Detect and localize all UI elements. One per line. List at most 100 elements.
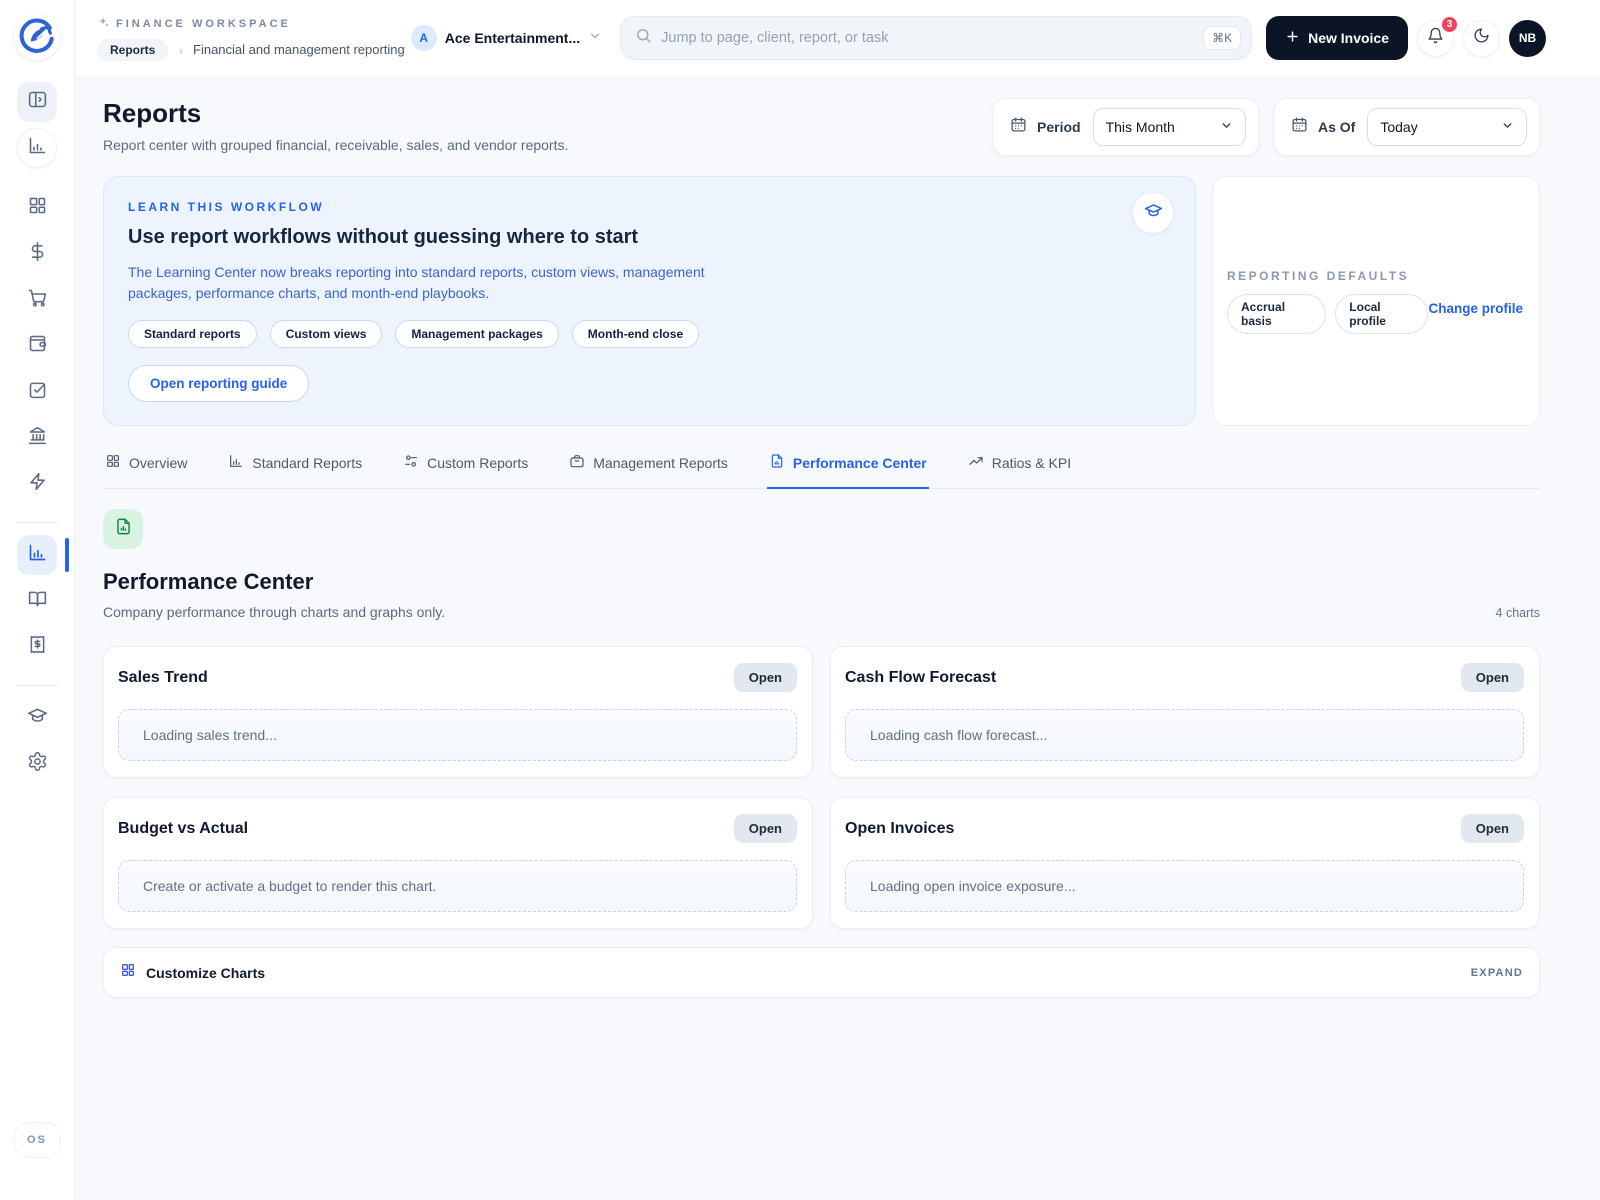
dark-mode-toggle[interactable] bbox=[1463, 20, 1500, 57]
breadcrumb-root[interactable]: Reports bbox=[97, 39, 168, 61]
as-of-select[interactable]: Today bbox=[1367, 108, 1527, 146]
tab-label: Ratios & KPI bbox=[992, 455, 1071, 471]
banner-chip-month-end-close[interactable]: Month-end close bbox=[572, 320, 699, 348]
sidebar-item-panel-toggle[interactable] bbox=[17, 82, 57, 122]
tab-overview[interactable]: Overview bbox=[103, 451, 189, 489]
open-open-invoices-button[interactable]: Open bbox=[1461, 814, 1524, 843]
chart-placeholder: Loading open invoice exposure... bbox=[845, 860, 1524, 912]
dollar-icon bbox=[27, 241, 48, 267]
tab-standard-reports[interactable]: Standard Reports bbox=[226, 451, 364, 489]
bank-icon bbox=[27, 425, 48, 451]
period-select[interactable]: This Month bbox=[1093, 108, 1246, 146]
sidebar-footer-os-button[interactable]: OS bbox=[14, 1122, 60, 1158]
reporting-defaults-block: REPORTING DEFAULTS Accrual basis Local p… bbox=[1227, 269, 1428, 334]
global-search: ⌘K bbox=[620, 16, 1252, 60]
workspace-block: FINANCE WORKSPACE Reports › Financial an… bbox=[97, 16, 405, 61]
sidebar-item-chart-preview[interactable] bbox=[17, 128, 57, 168]
sidebar-item-purchases[interactable] bbox=[17, 280, 57, 320]
card-title: Sales Trend bbox=[118, 669, 208, 687]
period-value: This Month bbox=[1106, 119, 1175, 135]
user-avatar[interactable]: NB bbox=[1509, 20, 1546, 57]
banner-title: Use report workflows without guessing wh… bbox=[128, 226, 1171, 249]
banner-chip-row: Standard reports Custom views Management… bbox=[128, 320, 1171, 348]
open-cash-flow-button[interactable]: Open bbox=[1461, 663, 1524, 692]
sidebar-item-ledger[interactable] bbox=[17, 581, 57, 621]
workspace-label: FINANCE WORKSPACE bbox=[116, 18, 291, 30]
sidebar-item-settings[interactable] bbox=[17, 744, 57, 784]
period-label: Period bbox=[1037, 119, 1081, 135]
sidebar-item-invoices[interactable] bbox=[17, 627, 57, 667]
client-selector[interactable]: A Ace Entertainment... bbox=[411, 25, 602, 51]
dashboard-grid-icon bbox=[27, 195, 48, 221]
open-budget-vs-actual-button[interactable]: Open bbox=[734, 814, 797, 843]
tab-label: Custom Reports bbox=[427, 455, 528, 471]
sidebar-item-performance-reports[interactable] bbox=[17, 535, 57, 575]
graduation-cap-icon bbox=[1144, 201, 1163, 225]
app-logo[interactable] bbox=[14, 14, 60, 60]
search-shortcut-badge: ⌘K bbox=[1203, 26, 1241, 50]
chart-cards-grid: Sales Trend Open Loading sales trend... … bbox=[103, 646, 1540, 929]
sidebar-item-wallet[interactable] bbox=[17, 326, 57, 366]
learn-workflow-banner: LEARN THIS WORKFLOW Use report workflows… bbox=[103, 176, 1196, 426]
sidebar-item-learning[interactable] bbox=[17, 698, 57, 738]
chart-card-sales-trend: Sales Trend Open Loading sales trend... bbox=[103, 646, 813, 778]
performance-header-block: Performance Center Company performance t… bbox=[103, 569, 445, 620]
new-invoice-label: New Invoice bbox=[1308, 30, 1389, 46]
wallet-icon bbox=[27, 333, 48, 359]
page-title: Reports bbox=[103, 98, 568, 129]
change-profile-link[interactable]: Change profile bbox=[1428, 301, 1523, 316]
open-reporting-guide-button[interactable]: Open reporting guide bbox=[128, 365, 309, 402]
dashboard-grid-icon bbox=[105, 453, 121, 472]
chevron-down-icon bbox=[588, 29, 602, 48]
sidebar-item-banking[interactable] bbox=[17, 418, 57, 458]
banner-chip-standard-reports[interactable]: Standard reports bbox=[128, 320, 257, 348]
check-square-icon bbox=[27, 379, 48, 405]
report-tabs: Overview Standard Reports Custom Reports bbox=[103, 451, 1540, 489]
customize-charts-label: Customize Charts bbox=[146, 965, 265, 981]
header-actions: New Invoice 3 NB bbox=[1266, 16, 1546, 60]
open-sales-trend-button[interactable]: Open bbox=[734, 663, 797, 692]
performance-section-icon bbox=[103, 509, 143, 549]
learning-center-button[interactable] bbox=[1133, 193, 1173, 233]
breadcrumb: Reports › Financial and management repor… bbox=[97, 39, 405, 61]
chart-card-cash-flow-forecast: Cash Flow Forecast Open Loading cash flo… bbox=[830, 646, 1540, 778]
chart-card-open-invoices: Open Invoices Open Loading open invoice … bbox=[830, 797, 1540, 929]
banner-chip-management-packages[interactable]: Management packages bbox=[395, 320, 558, 348]
receipt-dollar-icon bbox=[27, 634, 48, 660]
customize-charts-bar[interactable]: Customize Charts EXPAND bbox=[103, 947, 1540, 998]
as-of-label: As Of bbox=[1318, 119, 1355, 135]
banner-body: The Learning Center now breaks reporting… bbox=[128, 262, 748, 304]
period-filter: Period This Month bbox=[993, 98, 1259, 156]
banner-eyebrow: LEARN THIS WORKFLOW bbox=[128, 200, 1171, 214]
tab-label: Overview bbox=[129, 455, 187, 471]
report-filters: Period This Month As Of bbox=[993, 98, 1540, 156]
banner-chip-custom-views[interactable]: Custom views bbox=[270, 320, 383, 348]
tab-custom-reports[interactable]: Custom Reports bbox=[401, 451, 530, 489]
notifications-button[interactable]: 3 bbox=[1417, 20, 1454, 57]
reporting-defaults-chips: Accrual basis Local profile bbox=[1227, 294, 1428, 334]
expand-button[interactable]: EXPAND bbox=[1471, 967, 1523, 979]
reporting-defaults-heading: REPORTING DEFAULTS bbox=[1227, 269, 1428, 283]
as-of-filter: As Of Today bbox=[1274, 98, 1540, 156]
chart-placeholder: Loading cash flow forecast... bbox=[845, 709, 1524, 761]
sidebar-item-sales[interactable] bbox=[17, 234, 57, 274]
sidebar-item-tasks[interactable] bbox=[17, 372, 57, 412]
performance-title: Performance Center bbox=[103, 569, 445, 595]
notifications-count-badge: 3 bbox=[1440, 15, 1459, 34]
book-icon bbox=[27, 588, 48, 614]
tab-performance-center[interactable]: Performance Center bbox=[767, 451, 929, 489]
tab-management-reports[interactable]: Management Reports bbox=[567, 451, 730, 489]
sidebar-item-automation[interactable] bbox=[17, 464, 57, 504]
sidebar-item-dashboard[interactable] bbox=[17, 188, 57, 228]
app-root: OS FINANCE WORKSPACE Reports › Financial… bbox=[0, 0, 1600, 1200]
main-content: Reports Report center with grouped finan… bbox=[75, 76, 1600, 1200]
accrual-basis-badge: Accrual basis bbox=[1227, 294, 1326, 334]
search-input[interactable] bbox=[661, 30, 1194, 46]
tab-ratios-kpi[interactable]: Ratios & KPI bbox=[966, 451, 1073, 489]
as-of-value: Today bbox=[1380, 119, 1417, 135]
client-avatar: A bbox=[411, 25, 437, 51]
file-chart-icon bbox=[769, 453, 785, 472]
breadcrumb-current: Financial and management reporting bbox=[193, 42, 405, 57]
new-invoice-button[interactable]: New Invoice bbox=[1266, 16, 1408, 60]
performance-subtitle: Company performance through charts and g… bbox=[103, 604, 445, 620]
